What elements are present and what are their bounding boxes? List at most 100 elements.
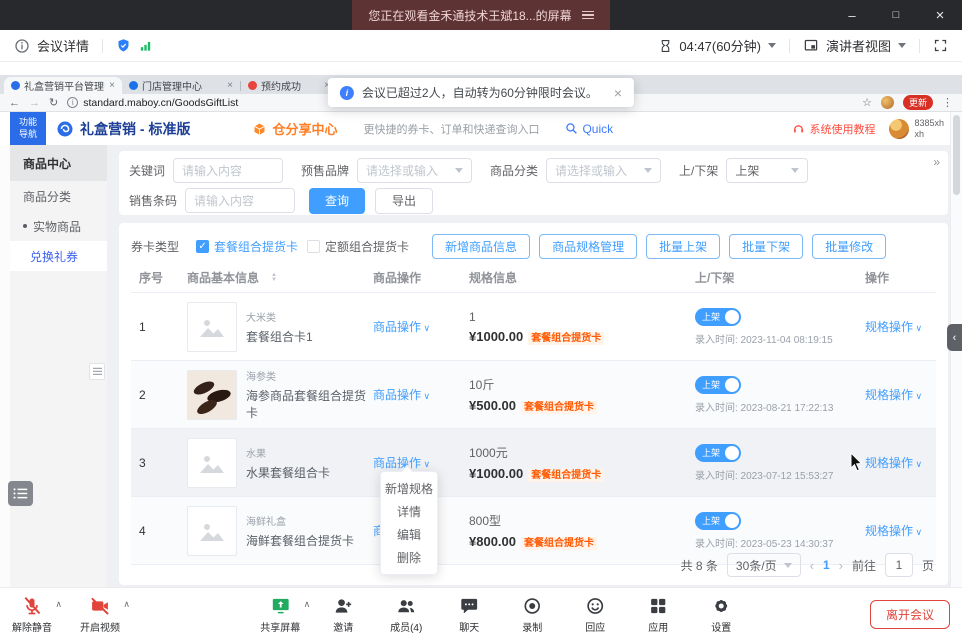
settings-button[interactable]: 设置 <box>695 596 747 634</box>
spec-manage-button[interactable]: 商品规格管理 <box>539 234 637 259</box>
search-button[interactable]: 查询 <box>309 188 365 214</box>
spec-op-dropdown[interactable]: 规格操作 <box>865 456 922 470</box>
banner-menu-icon[interactable] <box>582 11 594 20</box>
tab-close-icon[interactable] <box>109 80 115 91</box>
fixed-card-checkbox-label[interactable]: 定额组合提货卡 <box>325 238 409 255</box>
menu-item-add-spec[interactable]: 新增规格 <box>381 477 437 500</box>
bookmark-star-icon[interactable]: ☆ <box>862 96 872 109</box>
notification-close-icon[interactable] <box>614 85 622 101</box>
card-type-label: 券卡类型 <box>131 238 179 255</box>
network-signal-icon[interactable] <box>138 39 153 53</box>
floating-list-tool[interactable] <box>8 481 33 506</box>
meeting-details-label[interactable]: 会议详情 <box>37 36 89 55</box>
current-page[interactable]: 1 <box>823 558 830 572</box>
record-button[interactable]: 录制 <box>506 596 558 634</box>
combo-card-checkbox-label[interactable]: 套餐组合提货卡 <box>214 238 298 255</box>
quick-search-link[interactable]: Quick <box>565 122 613 136</box>
forward-icon[interactable]: → <box>29 97 40 109</box>
spec-price: ¥1000.00 <box>469 466 523 481</box>
tab-close-icon[interactable] <box>227 80 233 91</box>
minimize-button[interactable] <box>830 0 874 30</box>
fixed-card-checkbox[interactable] <box>307 240 320 253</box>
share-options-caret[interactable] <box>304 599 311 610</box>
sidebar-item-categories[interactable]: 商品分类 <box>10 181 107 211</box>
shelf-toggle[interactable]: 上架 <box>695 512 741 530</box>
shelf-select[interactable]: 上架 <box>726 158 808 183</box>
product-op-dropdown[interactable]: 商品操作 <box>373 456 430 470</box>
menu-item-details[interactable]: 详情 <box>381 500 437 523</box>
refresh-icon[interactable]: ↻ <box>49 96 58 109</box>
invite-button[interactable]: 邀请 <box>317 596 369 634</box>
sidebar-section-title: 商品中心 <box>10 145 107 181</box>
filter-panel: 关键词 预售品牌 请选择或输入 商品分类 请选择或输入 上/下架 上架 销售条码… <box>119 151 948 215</box>
fullscreen-icon[interactable] <box>933 38 948 53</box>
view-dropdown-caret[interactable] <box>898 43 906 48</box>
shelf-toggle[interactable]: 上架 <box>695 444 741 462</box>
next-page-button[interactable] <box>839 558 843 573</box>
browser-menu-icon[interactable]: ⋮ <box>942 96 953 109</box>
reaction-button[interactable]: 回应 <box>569 596 621 634</box>
batch-on-shelf-button[interactable]: 批量上架 <box>646 234 720 259</box>
share-screen-button[interactable]: 共享屏幕 <box>254 596 306 634</box>
brand: 礼盒营销 - 标准版 <box>56 119 190 139</box>
browser-tab-gift-admin[interactable]: 礼盒营销平台管理中... <box>4 77 122 94</box>
menu-item-delete[interactable]: 删除 <box>381 546 437 569</box>
export-button[interactable]: 导出 <box>375 188 433 214</box>
shelf-toggle[interactable]: 上架 <box>695 376 741 394</box>
unmute-button[interactable]: 解除静音 <box>6 596 58 634</box>
scrollbar-thumb[interactable] <box>953 115 960 195</box>
sort-icon[interactable]: ▲▼ <box>271 273 277 283</box>
tutorial-link[interactable]: 系统使用教程 <box>792 121 875 137</box>
category-select[interactable]: 请选择或输入 <box>546 158 661 183</box>
batch-edit-button[interactable]: 批量修改 <box>812 234 886 259</box>
timer-dropdown-caret[interactable] <box>768 43 776 48</box>
collapse-chevrons-icon[interactable] <box>933 155 938 169</box>
page-size-select[interactable]: 30条/页 <box>727 553 801 577</box>
combo-card-checkbox[interactable] <box>196 240 209 253</box>
product-name: 海参商品套餐组合提货卡 <box>246 387 373 421</box>
keyword-input[interactable] <box>173 158 283 183</box>
members-button[interactable]: 成员(4) <box>380 596 432 634</box>
prev-page-button[interactable] <box>810 558 814 573</box>
shelf-toggle[interactable]: 上架 <box>695 308 741 326</box>
chat-button[interactable]: 聊天 <box>443 596 495 634</box>
share-center-link[interactable]: 仓分享中心 <box>252 119 337 138</box>
spec-price: ¥1000.00 <box>469 329 523 344</box>
add-product-button[interactable]: 新增商品信息 <box>432 234 530 259</box>
barcode-input[interactable] <box>185 188 295 213</box>
batch-off-shelf-button[interactable]: 批量下架 <box>729 234 803 259</box>
product-op-dropdown[interactable]: 商品操作 <box>373 388 430 402</box>
brand-select[interactable]: 请选择或输入 <box>357 158 472 183</box>
nav-toggle-button[interactable]: 功能 导航 <box>10 112 46 145</box>
chevron-down-icon <box>784 563 792 568</box>
spec-op-dropdown[interactable]: 规格操作 <box>865 388 922 402</box>
product-op-dropdown[interactable]: 商品操作 <box>373 320 430 334</box>
sidebar-item-gift-coupons[interactable]: 兑换礼券 <box>10 241 107 271</box>
browser-update-badge[interactable]: 更新 <box>903 95 933 110</box>
leave-meeting-button[interactable]: 离开会议 <box>870 600 950 629</box>
start-video-button[interactable]: 开启视频 <box>74 596 126 634</box>
right-expand-handle[interactable] <box>947 324 962 351</box>
site-info-icon[interactable] <box>67 97 78 108</box>
menu-item-edit[interactable]: 编辑 <box>381 523 437 546</box>
mic-options-caret[interactable] <box>55 599 62 610</box>
security-shield-icon[interactable] <box>116 38 131 53</box>
browser-tab-store-admin[interactable]: 门店管理中心 <box>122 77 240 94</box>
maximize-button[interactable] <box>874 0 918 30</box>
goto-page-input[interactable] <box>885 553 913 577</box>
sidebar-collapse-handle[interactable] <box>89 363 105 380</box>
user-box[interactable]: 8385xhxh <box>889 118 944 140</box>
spec-op-dropdown[interactable]: 规格操作 <box>865 320 922 334</box>
close-button[interactable] <box>918 0 962 30</box>
apps-button[interactable]: 应用 <box>632 596 684 634</box>
mouse-cursor <box>850 452 864 475</box>
browser-profile-avatar[interactable] <box>881 96 894 109</box>
back-icon[interactable]: ← <box>9 97 20 109</box>
view-mode-label[interactable]: 演讲者视图 <box>826 36 891 55</box>
camera-off-icon <box>90 596 110 616</box>
sidebar-item-physical-goods[interactable]: 实物商品 <box>10 211 107 241</box>
browser-tab-booking[interactable]: 预约成功 <box>241 77 337 94</box>
meeting-timer: 04:47(60分钟) <box>679 36 761 55</box>
video-options-caret[interactable] <box>123 599 130 610</box>
spec-op-dropdown[interactable]: 规格操作 <box>865 524 922 538</box>
